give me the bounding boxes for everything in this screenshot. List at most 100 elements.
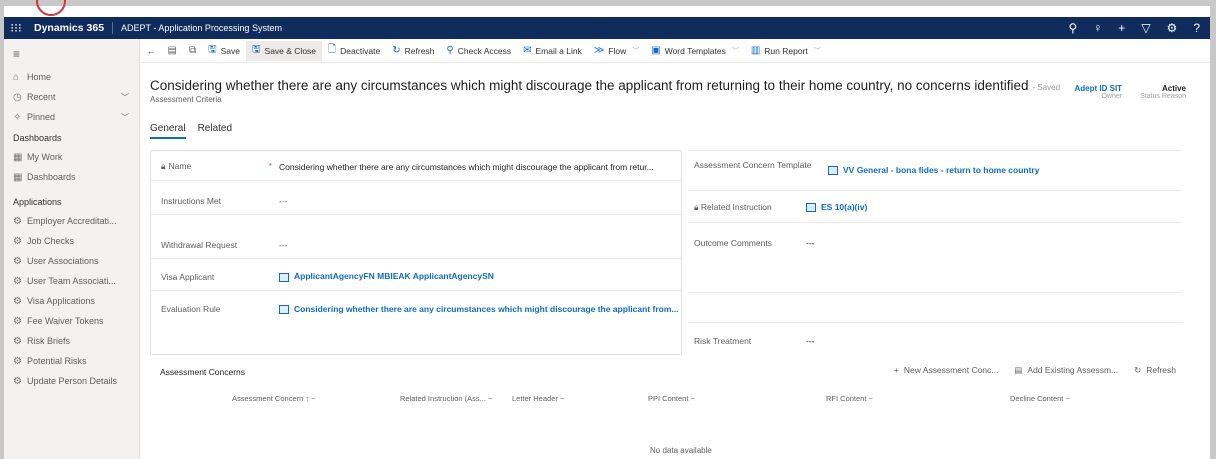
record-icon [806, 203, 816, 213]
sidebar-item-label: My Work [27, 152, 63, 162]
sidebar-item-recent[interactable]: ◷ Recent ﹀ [4, 87, 139, 107]
save-close-icon: 🖫 [252, 44, 261, 55]
subgrid-title: Assessment Concerns [160, 367, 246, 377]
sidebar-item-my-work[interactable]: ▦ My Work [4, 147, 139, 167]
sidebar-item-fee-waiver-tokens[interactable]: ⚙ Fee Waiver Tokens [4, 311, 139, 331]
related-instruction-label: 🔒︎ Related Instruction [694, 202, 772, 212]
evaluation-rule-field: Evaluation Rule Considering whether ther… [151, 295, 683, 323]
sidebar-item-job-checks[interactable]: ⚙ Job Checks [4, 231, 139, 251]
refresh-button[interactable]: ↻ Refresh [386, 41, 440, 61]
search-icon[interactable]: ⚲ [1069, 21, 1078, 35]
instructions-met-input[interactable]: --- [279, 196, 288, 206]
new-assessment-concern-button[interactable]: + New Assessment Conc... [894, 365, 998, 376]
sidebar-item-update-person-details[interactable]: ⚙ Update Person Details [4, 371, 139, 391]
related-instruction-field: 🔒︎ Related Instruction ES 10(a)(iv) [688, 202, 1182, 213]
column-related-instruction[interactable]: Related Instruction (Ass... ~ [400, 394, 492, 403]
risk-treatment-input[interactable]: --- [806, 336, 815, 346]
column-letter-header[interactable]: Letter Header ~ [512, 394, 564, 403]
email-link-button[interactable]: ✉ Email a Link [517, 41, 588, 61]
sidebar-item-user-team-associations[interactable]: ⚙ User Team Associati... [4, 271, 139, 291]
outcome-comments-input[interactable]: --- [806, 238, 815, 248]
assessment-concerns-subgrid: Assessment Concerns + New Assessment Conc… [150, 360, 1182, 459]
column-ppi-content[interactable]: PPI Content ~ [648, 394, 695, 403]
save-close-button[interactable]: 🖫 Save & Close [246, 40, 323, 61]
instructions-met-field: Instructions Met --- [151, 187, 683, 215]
back-button[interactable]: ← [141, 41, 162, 61]
lock-icon: 🔒︎ [161, 161, 166, 171]
sidebar-item-label: Job Checks [27, 236, 75, 246]
tab-related[interactable]: Related [198, 123, 232, 139]
column-assessment-concern[interactable]: Assessment Concern ↑ ~ [232, 394, 316, 403]
lightbulb-icon[interactable]: ♀ [1093, 21, 1102, 35]
plus-icon[interactable]: + [1118, 21, 1125, 35]
filter-icon[interactable]: ▽ [1141, 21, 1150, 35]
record-icon [279, 272, 289, 282]
pin-icon: ✧ [13, 111, 22, 123]
related-instruction-lookup[interactable]: ES 10(a)(iv) [806, 202, 867, 213]
refresh-icon: ↻ [1134, 365, 1142, 375]
column-decline-content[interactable]: Decline Content ~ [1010, 394, 1070, 403]
hamburger-menu-icon[interactable]: ≡ [4, 39, 139, 67]
sidebar-item-pinned[interactable]: ✧ Pinned ﹀ [4, 107, 139, 127]
template-field: Assessment Concern Template VV General -… [688, 160, 1182, 176]
word-templates-button[interactable]: ▣ Word Templates ﹀ [645, 41, 745, 61]
add-existing-icon: ▤ [1014, 365, 1023, 375]
deactivate-button[interactable]: 🗋 Deactivate [322, 41, 386, 61]
evaluation-rule-lookup[interactable]: Considering whether there are any circum… [279, 304, 678, 315]
record-icon [828, 166, 838, 176]
visa-applicant-lookup[interactable]: ApplicantAgencyFN MBIEAK ApplicantAgency… [279, 271, 494, 282]
check-access-button[interactable]: ⚲ Check Access [440, 41, 517, 61]
flow-button[interactable]: ≫ Flow ﹀ [588, 41, 645, 61]
app-name[interactable]: Dynamics 365 [28, 22, 114, 34]
name-input[interactable]: Considering whether there are any circum… [279, 162, 654, 172]
chevron-down-icon[interactable]: ﹀ [121, 92, 139, 103]
owner-value[interactable]: Adept ID SIT [1075, 84, 1123, 93]
entity-name: Assessment Criteria [150, 95, 222, 104]
email-icon: ✉ [523, 45, 532, 56]
template-lookup[interactable]: VV General - bona fides - return to home… [828, 160, 1039, 176]
subgrid-refresh-button[interactable]: ↻ Refresh [1134, 365, 1176, 376]
deactivate-icon: 🗋 [328, 44, 337, 55]
sidebar-item-label: User Team Associati... [27, 276, 116, 286]
help-icon[interactable]: ? [1193, 21, 1200, 35]
gear-icon[interactable]: ⚙ [1167, 21, 1178, 35]
column-rfi-content[interactable]: RFI Content ~ [826, 394, 873, 403]
app-subtitle[interactable]: ADEPT - Application Processing System [113, 23, 282, 33]
sidebar-item-user-associations[interactable]: ⚙ User Associations [4, 251, 139, 271]
dashboard-icon: ▦ [13, 171, 23, 183]
sidebar-item-risk-briefs[interactable]: ⚙ Risk Briefs [4, 331, 139, 351]
form-view-button[interactable]: ▤ [162, 41, 183, 61]
open-new-window-button[interactable]: ⧉ [183, 41, 202, 61]
visa-applicant-field: Visa Applicant ApplicantAgencyFN MBIEAK … [151, 263, 683, 291]
sidebar-item-home[interactable]: ⌂ Home [4, 67, 139, 87]
top-navigation-bar: ⁝⁝⁝ Dynamics 365 ADEPT - Application Pro… [4, 17, 1210, 39]
lock-icon: 🔒︎ [694, 202, 701, 212]
sidebar-item-label: Dashboards [27, 172, 76, 182]
sidebar-item-dashboards[interactable]: ▦ Dashboards [4, 167, 139, 187]
sidebar-item-employer-accreditation[interactable]: ⚙ Employer Accreditati... [4, 211, 139, 231]
save-button[interactable]: 🖫 Save [202, 41, 246, 61]
record-icon [279, 305, 289, 315]
form-tabs: General Related [150, 123, 232, 139]
withdrawal-request-input[interactable]: --- [279, 240, 288, 250]
evaluation-rule-label: Evaluation Rule [161, 304, 221, 314]
sidebar-item-label: Update Person Details [27, 376, 118, 386]
sidebar-item-potential-risks[interactable]: ⚙ Potential Risks [4, 351, 139, 371]
outcome-comments-label: Outcome Comments [694, 238, 772, 248]
add-existing-button[interactable]: ▤ Add Existing Assessm... [1014, 365, 1118, 376]
chevron-down-icon[interactable]: ﹀ [121, 112, 139, 123]
sitemap-sidebar: ≡ ⌂ Home ◷ Recent ﹀ ✧ Pinned ﹀ Dashboards ▦ My… [4, 39, 140, 459]
sidebar-item-visa-applications[interactable]: ⚙ Visa Applications [4, 291, 139, 311]
new-window-icon: ⧉ [188, 45, 197, 56]
entity-icon: ⚙ [13, 375, 22, 387]
app-launcher-icon[interactable]: ⁝⁝⁝ [4, 21, 28, 35]
save-label: Save [220, 45, 240, 56]
flow-label: Flow [608, 45, 627, 56]
deactivate-label: Deactivate [340, 45, 381, 56]
back-arrow-icon: ← [147, 45, 156, 56]
tab-general[interactable]: General [150, 123, 186, 139]
divider [688, 222, 1182, 223]
run-report-button[interactable]: ▥ Run Report ﹀ [745, 41, 827, 61]
general-section: 🔒︎ Name * Considering whether there are a… [150, 150, 683, 355]
entity-icon: ⚙ [13, 335, 22, 347]
